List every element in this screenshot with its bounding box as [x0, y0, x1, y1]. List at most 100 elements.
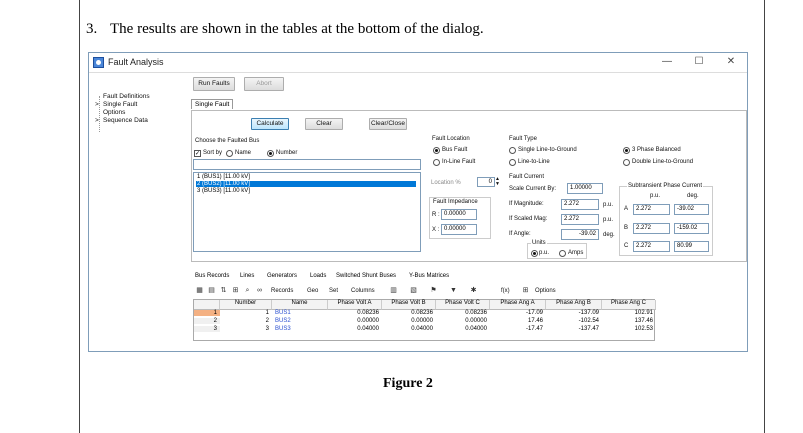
geo-menu[interactable]: Geo — [307, 288, 318, 294]
funnel-icon[interactable]: ▼ — [449, 286, 458, 295]
clear-button[interactable]: Clear — [305, 118, 343, 130]
table-row[interactable]: 3 3 BUS3 0.04000 0.04000 0.04000 -17.47 … — [194, 326, 656, 334]
chart-icon[interactable]: ▥ — [389, 286, 398, 295]
col-header-ang-c[interactable]: Phase Ang C — [602, 300, 656, 310]
inline-fault-radio[interactable] — [433, 159, 440, 166]
slg-radio[interactable] — [509, 147, 516, 154]
cell-name[interactable]: BUS2 — [272, 318, 328, 324]
tree-item-sequence-data[interactable]: Sequence Data — [103, 117, 148, 124]
col-header-name[interactable]: Name — [272, 300, 328, 310]
three-phase-radio[interactable] — [623, 147, 630, 154]
calculate-button[interactable]: Calculate — [251, 118, 289, 130]
bus-fault-radio[interactable] — [433, 147, 440, 154]
abort-button[interactable]: Abort — [244, 77, 284, 91]
tree-expander[interactable]: > — [95, 117, 99, 124]
grid-icon[interactable]: ▤ — [207, 286, 216, 295]
cell-name[interactable]: BUS3 — [272, 326, 328, 332]
fx-menu[interactable]: f(x) — [501, 288, 510, 294]
col-header-number[interactable]: Number — [220, 300, 272, 310]
set-menu[interactable]: Set — [329, 288, 338, 294]
col-header-ang-a[interactable]: Phase Ang A — [490, 300, 546, 310]
dlg-radio[interactable] — [623, 159, 630, 166]
location-percent-input[interactable]: 0 — [477, 177, 495, 187]
filter-icon[interactable]: ⊞ — [231, 286, 240, 295]
cell-volt-a[interactable]: 0.04000 — [328, 326, 382, 332]
columns-menu[interactable]: Columns — [351, 288, 375, 294]
find-icon[interactable]: ⌕ — [243, 286, 252, 295]
sort-icon[interactable]: ⇅ — [219, 286, 228, 295]
cell-ang-a[interactable]: -17.47 — [490, 326, 546, 332]
sheet-icon[interactable]: ▧ — [409, 286, 418, 295]
settings-icon[interactable]: ✱ — [469, 286, 478, 295]
tab-generators[interactable]: Generators — [267, 273, 297, 279]
binoculars-icon[interactable]: ∞ — [255, 286, 264, 295]
cell-volt-a[interactable]: 0.00000 — [328, 318, 382, 324]
list-item[interactable]: 3 (BUS3) [11.00 kV] — [196, 188, 416, 194]
units-amps-radio[interactable] — [559, 250, 566, 257]
clear-close-button[interactable]: Clear/Close — [369, 118, 407, 130]
cell-ang-c[interactable]: 102.91 — [602, 310, 656, 316]
bus-search-input[interactable] — [193, 159, 421, 170]
sort-number-radio[interactable] — [267, 150, 274, 157]
col-header-ang-b[interactable]: Phase Ang B — [546, 300, 602, 310]
cell-volt-b[interactable]: 0.04000 — [382, 326, 436, 332]
cell-volt-c[interactable]: 0.00000 — [436, 318, 490, 324]
col-header-volt-b[interactable]: Phase Volt B — [382, 300, 436, 310]
cell-volt-c[interactable]: 0.08236 — [436, 310, 490, 316]
tab-single-fault[interactable]: Single Fault — [191, 99, 234, 109]
col-header-volt-c[interactable]: Phase Volt C — [436, 300, 490, 310]
row-index: 2 — [194, 318, 220, 324]
col-header-volt-a[interactable]: Phase Volt A — [328, 300, 382, 310]
cell-volt-a[interactable]: 0.08236 — [328, 310, 382, 316]
cell-ang-a[interactable]: -17.09 — [490, 310, 546, 316]
three-phase-label: 3 Phase Balanced — [632, 147, 681, 153]
maximize-button[interactable]: ☐ — [691, 55, 707, 69]
sort-name-radio[interactable] — [226, 150, 233, 157]
cell-ang-c[interactable]: 102.53 — [602, 326, 656, 332]
table-row[interactable]: 1 1 BUS1 0.08236 0.08236 0.08236 -17.09 … — [194, 310, 656, 318]
inline-fault-label: In-Line Fault — [442, 159, 476, 165]
tree-item-single-fault[interactable]: Single Fault — [103, 101, 137, 108]
cell-number[interactable]: 1 — [220, 310, 272, 316]
tab-loads[interactable]: Loads — [310, 273, 326, 279]
subtransient-col-deg: deg. — [687, 193, 699, 199]
cell-volt-b[interactable]: 0.00000 — [382, 318, 436, 324]
tree-expander[interactable]: > — [95, 101, 99, 108]
grid-icon[interactable]: ▦ — [195, 286, 204, 295]
phase-a-label: A — [624, 206, 629, 212]
table-icon[interactable]: ⊞ — [521, 286, 530, 295]
x-input[interactable]: 0.00000 — [441, 224, 477, 235]
cell-volt-b[interactable]: 0.08236 — [382, 310, 436, 316]
cell-ang-b[interactable]: -137.47 — [546, 326, 602, 332]
cell-ang-b[interactable]: -102.54 — [546, 318, 602, 324]
location-spinner[interactable]: ▲ ▼ — [495, 177, 500, 187]
cell-number[interactable]: 3 — [220, 326, 272, 332]
options-menu[interactable]: Options — [535, 288, 556, 294]
close-button[interactable]: ✕ — [723, 55, 739, 69]
cell-ang-c[interactable]: 137.46 — [602, 318, 656, 324]
records-menu[interactable]: Records — [271, 288, 293, 294]
tab-bus-records[interactable]: Bus Records — [195, 273, 229, 279]
tree-item-fault-definitions[interactable]: Fault Definitions — [103, 93, 150, 100]
scale-current-input[interactable]: 1.00000 — [567, 183, 603, 194]
list-item[interactable]: 2 (BUS2) [11.00 kV] — [196, 181, 416, 187]
cell-number[interactable]: 2 — [220, 318, 272, 324]
table-row[interactable]: 2 2 BUS2 0.00000 0.00000 0.00000 17.46 -… — [194, 318, 656, 326]
cell-ang-a[interactable]: 17.46 — [490, 318, 546, 324]
minimize-button[interactable]: — — [659, 55, 675, 69]
tab-switched-shunt-buses[interactable]: Switched Shunt Buses — [336, 273, 396, 279]
ll-radio[interactable] — [509, 159, 516, 166]
cell-volt-c[interactable]: 0.04000 — [436, 326, 490, 332]
r-input[interactable]: 0.00000 — [441, 209, 477, 220]
tab-ybus-matrices[interactable]: Y-Bus Matrices — [409, 273, 449, 279]
tree-item-options[interactable]: Options — [103, 109, 125, 116]
cell-ang-b[interactable]: -137.09 — [546, 310, 602, 316]
run-faults-button[interactable]: Run Faults — [193, 77, 235, 91]
bus-listbox[interactable]: 1 (BUS1) [11.00 kV] 2 (BUS2) [11.00 kV] … — [193, 172, 421, 252]
tab-lines[interactable]: Lines — [240, 273, 254, 279]
list-item[interactable]: 1 (BUS1) [11.00 kV] — [196, 174, 416, 180]
sort-checkbox[interactable]: ✓ — [194, 150, 201, 157]
cell-name[interactable]: BUS1 — [272, 310, 328, 316]
flag-icon[interactable]: ⚑ — [429, 286, 438, 295]
units-pu-radio[interactable] — [531, 250, 538, 257]
